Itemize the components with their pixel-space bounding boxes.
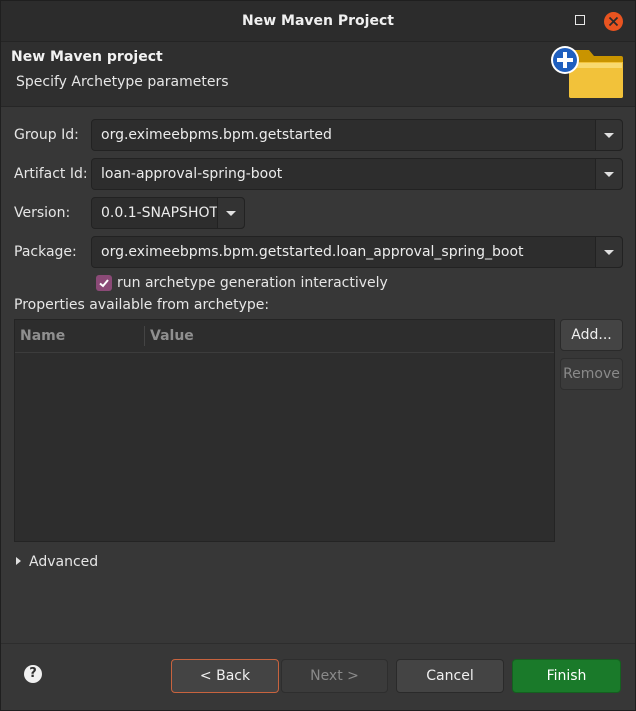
finish-button[interactable]: Finish [512,659,621,693]
next-button[interactable]: Next > [281,659,388,693]
footer-divider [1,643,635,644]
checkmark-icon [99,279,109,288]
group-id-value[interactable]: org.eximeebpms.bpm.getstarted [101,120,332,150]
advanced-section-toggle[interactable]: Advanced [16,554,98,570]
group-id-combo[interactable]: org.eximeebpms.bpm.getstarted [91,119,623,151]
interactive-checkbox-label[interactable]: run archetype generation interactively [117,275,388,291]
close-icon [608,16,619,27]
maximize-icon[interactable] [575,15,585,25]
interactive-checkbox[interactable] [96,275,112,291]
version-combo[interactable]: 0.0.1-SNAPSHOT [91,197,245,229]
version-dropdown-button[interactable] [217,198,244,228]
properties-table-header: Name Value [15,320,554,353]
properties-label: Properties available from archetype: [14,297,270,313]
page-subtitle: Specify Archetype parameters [16,74,229,90]
advanced-label: Advanced [29,554,99,570]
package-value[interactable]: org.eximeebpms.bpm.getstarted.loan_appro… [101,237,524,267]
add-property-button[interactable]: Add... [560,319,623,351]
cancel-button[interactable]: Cancel [396,659,504,693]
group-id-dropdown-button[interactable] [595,120,622,150]
new-maven-project-dialog: New Maven Project New Maven project Spec… [0,0,636,711]
chevron-down-icon [604,133,614,138]
properties-table[interactable]: Name Value [14,319,555,542]
chevron-down-icon [226,211,236,216]
new-folder-icon [551,46,623,98]
title-bar[interactable]: New Maven Project [1,1,635,42]
package-combo[interactable]: org.eximeebpms.bpm.getstarted.loan_appro… [91,236,623,268]
version-value[interactable]: 0.0.1-SNAPSHOT [101,198,218,228]
artifact-id-combo[interactable]: loan-approval-spring-boot [91,158,623,190]
wizard-header: New Maven project Specify Archetype para… [1,42,635,107]
remove-property-button[interactable]: Remove [560,358,623,390]
window-title: New Maven Project [242,13,394,29]
artifact-id-dropdown-button[interactable] [595,159,622,189]
group-id-label: Group Id: [14,127,79,143]
column-header-value[interactable]: Value [150,320,194,352]
back-button[interactable]: < Back [171,659,279,693]
page-title: New Maven project [11,49,163,65]
close-button[interactable] [604,12,623,31]
chevron-down-icon [604,250,614,255]
package-dropdown-button[interactable] [595,237,622,267]
help-icon[interactable]: ? [24,665,42,683]
artifact-id-value[interactable]: loan-approval-spring-boot [101,159,282,189]
column-divider [144,326,145,346]
artifact-id-label: Artifact Id: [14,166,88,182]
chevron-right-icon [16,557,21,565]
column-header-name[interactable]: Name [20,320,65,352]
chevron-down-icon [604,172,614,177]
version-label: Version: [14,205,71,221]
package-label: Package: [14,244,77,260]
